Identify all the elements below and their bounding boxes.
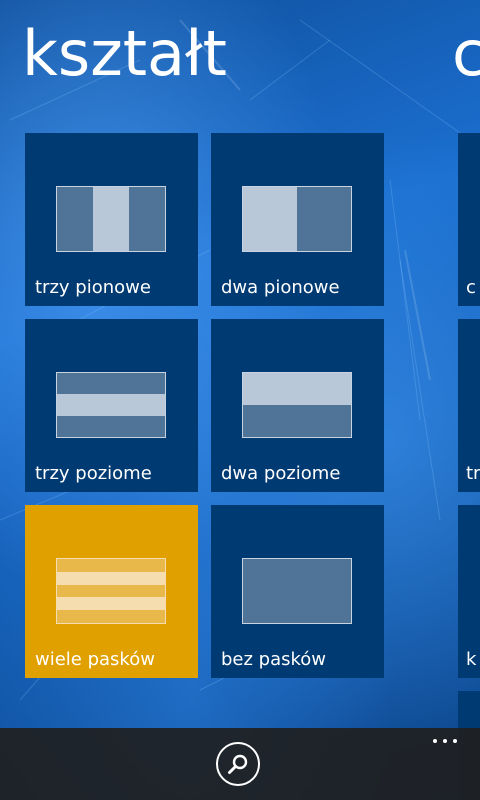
peek-tile-label: c (466, 277, 476, 298)
tile-label: trzy pionowe (35, 277, 151, 298)
tile-no-stripes[interactable]: bez pasków (211, 505, 384, 678)
search-button[interactable] (216, 742, 260, 786)
search-icon (228, 754, 248, 774)
tile-label: dwa pionowe (221, 277, 340, 298)
peek-tile[interactable]: k (458, 505, 480, 678)
preview-many-stripes (56, 558, 166, 624)
pivot-title[interactable]: kształt (22, 14, 227, 94)
preview-three-horizontal (56, 372, 166, 438)
preview-no-stripes (242, 558, 352, 624)
tile-two-vertical[interactable]: dwa pionowe (211, 133, 384, 306)
peek-tile-label: k (466, 649, 477, 670)
pivot-next-title[interactable]: c (452, 14, 480, 94)
peek-tile-label: tr (466, 463, 480, 484)
tile-label: trzy poziome (35, 463, 152, 484)
tile-many-stripes[interactable]: wiele pasków (25, 505, 198, 678)
peek-tile[interactable]: c (458, 133, 480, 306)
tile-label: bez pasków (221, 649, 327, 670)
tile-label: wiele pasków (35, 649, 155, 670)
tile-label: dwa poziome (221, 463, 341, 484)
preview-two-vertical (242, 186, 352, 252)
preview-two-horizontal (242, 372, 352, 438)
more-dots-icon[interactable] (430, 736, 460, 746)
peek-tile[interactable]: tr (458, 319, 480, 492)
tile-three-horizontal[interactable]: trzy poziome (25, 319, 198, 492)
tile-three-vertical[interactable]: trzy pionowe (25, 133, 198, 306)
preview-three-vertical (56, 186, 166, 252)
tile-two-horizontal[interactable]: dwa poziome (211, 319, 384, 492)
